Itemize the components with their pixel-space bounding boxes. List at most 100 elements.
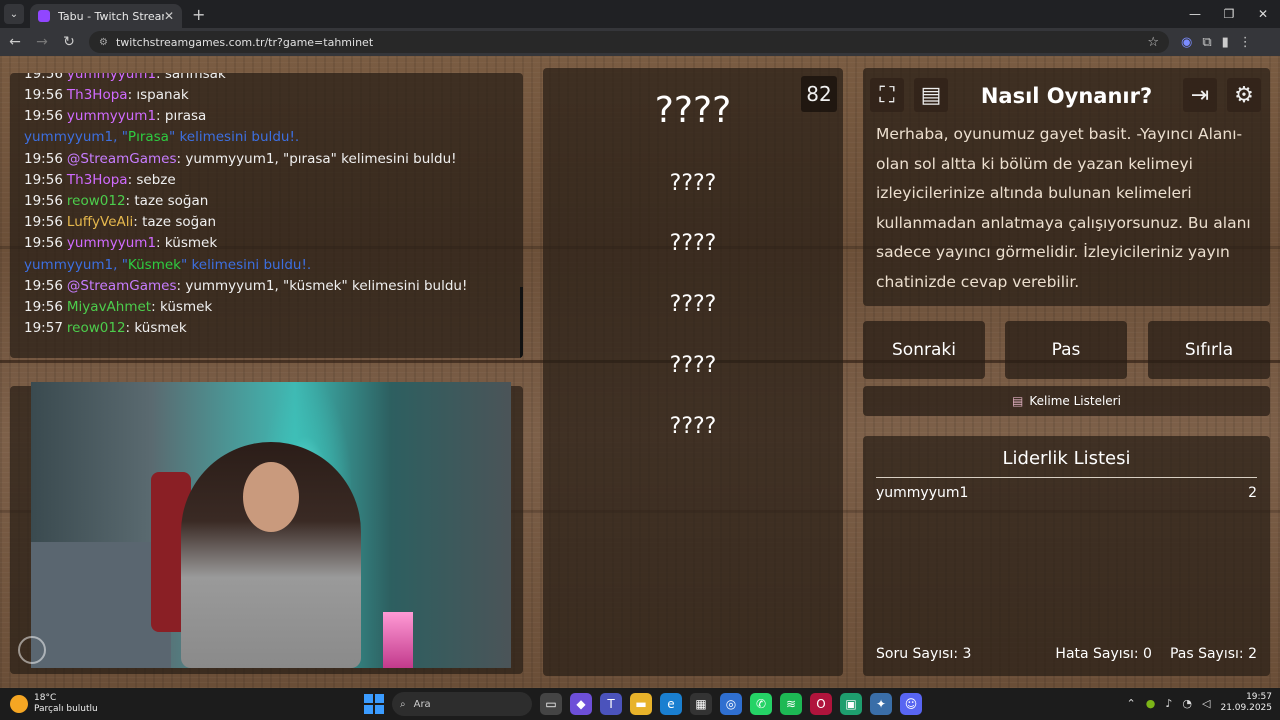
chat-text: : küsmek: [156, 235, 218, 252]
word-lists-button[interactable]: ▤ Kelime Listeleri: [863, 386, 1270, 416]
fullscreen-icon[interactable]: ⛶: [870, 78, 904, 112]
how-to-play-text: Merhaba, oyunumuz gayet basit. -Yayıncı …: [876, 125, 1251, 291]
wifi-icon[interactable]: ◔: [1182, 697, 1192, 710]
chat-username[interactable]: reow012: [67, 320, 126, 336]
app-icon[interactable]: ✦: [870, 693, 892, 715]
tab-title: Tabu - Twitch Stream Games: [58, 9, 164, 23]
whatsapp-icon[interactable]: ✆: [750, 693, 772, 715]
reload-icon[interactable]: ↻: [57, 34, 81, 50]
volume-icon[interactable]: ◁: [1202, 697, 1210, 710]
address-bar[interactable]: ⚙ twitchstreamgames.com.tr/tr?game=tahmi…: [89, 31, 1169, 53]
webcam-resize-icon[interactable]: [18, 636, 46, 664]
weather-widget[interactable]: 18°C Parçalı bulutlu: [10, 693, 120, 715]
weather-desc: Parçalı bulutlu: [34, 704, 98, 714]
extension-icon[interactable]: ◉: [1181, 35, 1192, 50]
chat-username[interactable]: yummyyum1: [67, 108, 156, 124]
chat-message: 19:56 @StreamGames: yummyyum1, "küsmek" k…: [24, 276, 509, 297]
word-lists-label: Kelime Listeleri: [1029, 394, 1121, 408]
chat-text: : pırasa: [156, 108, 207, 125]
webcam-panel: [10, 382, 523, 674]
taskbar-search[interactable]: ⌕ Ara: [392, 692, 532, 716]
chat-username[interactable]: @StreamGames: [67, 278, 177, 294]
browser-menu-icon[interactable]: ⋮: [1239, 35, 1252, 50]
microphone-icon[interactable]: ♪: [1165, 697, 1172, 710]
chat-username[interactable]: yummyyum1: [67, 235, 156, 251]
close-window-button[interactable]: ✕: [1246, 7, 1280, 21]
chat-scrollbar[interactable]: [520, 287, 523, 358]
teams-icon[interactable]: T: [600, 693, 622, 715]
chat-text: : yummyyum1, "pırasa" kelimesini buldu!: [176, 150, 457, 167]
document-icon[interactable]: ▤: [914, 78, 948, 112]
chat-text: : sebze: [127, 171, 176, 188]
game-stats: Soru Sayısı: 3 Hata Sayısı: 0 Pas Sayısı…: [876, 646, 1257, 662]
pass-button[interactable]: Pas: [1005, 321, 1127, 379]
tab-search-button[interactable]: ⌄: [4, 4, 24, 24]
task-view-icon[interactable]: ▭: [540, 693, 562, 715]
minimize-button[interactable]: —: [1178, 7, 1212, 21]
chat-username[interactable]: LuffyVeAli: [67, 214, 133, 230]
opera-icon[interactable]: O: [810, 693, 832, 715]
banned-word: ????: [669, 414, 717, 439]
bookmark-star-icon[interactable]: ☆: [1147, 35, 1159, 50]
banned-word: ????: [669, 353, 717, 378]
next-button[interactable]: Sonraki: [863, 321, 985, 379]
forward-icon[interactable]: →: [30, 34, 54, 50]
banned-word: ????: [669, 171, 717, 196]
tray-app-icon[interactable]: ●: [1146, 697, 1156, 710]
clock[interactable]: 19:57 21.09.2025: [1220, 692, 1272, 714]
site-info-icon[interactable]: ⚙: [99, 37, 108, 48]
chat-username[interactable]: MiyavAhmet: [67, 299, 151, 315]
tab-close-icon[interactable]: ✕: [164, 9, 174, 23]
profile-avatar[interactable]: ▮: [1222, 35, 1229, 50]
discord-icon[interactable]: ☺: [900, 693, 922, 715]
store-icon[interactable]: ▦: [690, 693, 712, 715]
chat-username[interactable]: Th3Hopa: [67, 87, 128, 103]
browser-tab[interactable]: Tabu - Twitch Stream Games ✕: [30, 4, 182, 28]
chat-time: 19:56: [24, 277, 63, 294]
webcam-video: [31, 382, 511, 668]
banned-word: ????: [669, 292, 717, 317]
chat-panel: 19:56 yummyyum1: sarımsak 19:56 Th3Hopa: ı…: [10, 73, 523, 358]
new-tab-button[interactable]: +: [192, 5, 205, 24]
leaderboard-score: 2: [1248, 485, 1257, 501]
chat-message: 19:56 reow012: taze soğan: [24, 191, 509, 212]
chat-username[interactable]: Th3Hopa: [67, 172, 128, 188]
settings-gear-icon[interactable]: ⚙: [1227, 78, 1261, 112]
chrome-icon[interactable]: ◎: [720, 693, 742, 715]
chat-username[interactable]: @StreamGames: [67, 151, 177, 167]
chat-message: 19:56 MiyavAhmet: küsmek: [24, 297, 509, 318]
chat-text: : yummyyum1, "küsmek" kelimesini buldu!: [176, 277, 468, 294]
search-icon: ⌕: [400, 698, 406, 710]
url-text: twitchstreamgames.com.tr/tr?game=tahmine…: [115, 35, 374, 49]
chat-message: 19:57 reow012: küsmek: [24, 318, 509, 339]
maximize-button[interactable]: ❐: [1212, 7, 1246, 21]
chat-message: 19:56 Th3Hopa: sebze: [24, 170, 509, 191]
chat-text: : küsmek: [125, 320, 187, 337]
weather-sun-icon: [10, 695, 28, 713]
extensions-puzzle-icon[interactable]: ⧉: [1202, 35, 1211, 50]
word-panel: 82 ???? ???? ???? ???? ???? ????: [543, 68, 843, 676]
app-icon[interactable]: ▣: [840, 693, 862, 715]
chat-text: : taze soğan: [133, 214, 217, 231]
chat-system-message: yummyyum1, "Küsmek" kelimesini buldu!.: [24, 256, 312, 273]
browser-toolbar: ← → ↻ ⚙ twitchstreamgames.com.tr/tr?game…: [0, 28, 1280, 56]
browser-tab-bar: ⌄ Tabu - Twitch Stream Games ✕ + — ❐ ✕: [0, 0, 1280, 28]
edge-icon[interactable]: e: [660, 693, 682, 715]
chevron-up-icon[interactable]: ⌃: [1127, 697, 1136, 710]
start-button[interactable]: [364, 694, 384, 714]
chat-time: 19:56: [24, 235, 63, 252]
chat-messages: 19:56 Th3Hopa: ıspanak 19:56 yummyyum1: pır…: [24, 85, 509, 339]
leaderboard-title: Liderlik Listesi: [876, 448, 1257, 478]
pass-count: Pas Sayısı: 2: [1169, 646, 1257, 662]
back-icon[interactable]: ←: [3, 34, 27, 50]
chat-message: 19:56 yummyyum1: küsmek: [24, 233, 509, 254]
notebook-icon: ▤: [1012, 394, 1024, 408]
chat-username[interactable]: reow012: [67, 193, 126, 209]
search-label: Ara: [413, 698, 431, 710]
reset-button[interactable]: Sıfırla: [1148, 321, 1270, 379]
file-explorer-icon[interactable]: ▬: [630, 693, 652, 715]
weather-temp: 18°C: [34, 693, 57, 703]
spotify-icon[interactable]: ≋: [780, 693, 802, 715]
exit-icon[interactable]: ⇥: [1183, 78, 1217, 112]
copilot-icon[interactable]: ◆: [570, 693, 592, 715]
